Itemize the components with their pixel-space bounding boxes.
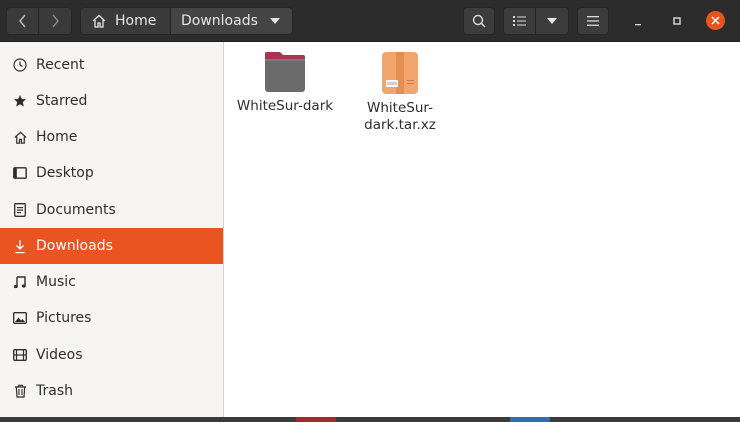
clock-icon: [12, 57, 28, 73]
breadcrumb: Home Downloads: [80, 7, 293, 35]
breadcrumb-current-label: Downloads: [181, 13, 258, 29]
sidebar-item-videos[interactable]: Videos: [0, 337, 223, 373]
list-view-icon: [512, 16, 526, 26]
breadcrumb-home-label: Home: [115, 13, 157, 29]
film-icon: [12, 347, 28, 363]
sidebar-item-label: Music: [36, 274, 76, 290]
breadcrumb-downloads[interactable]: Downloads: [171, 7, 293, 35]
sidebar-item-label: Trash: [36, 383, 73, 399]
breadcrumb-home[interactable]: Home: [80, 7, 171, 35]
sidebar-item-trash[interactable]: Trash: [0, 373, 223, 409]
hamburger-icon: [587, 16, 599, 26]
back-button[interactable]: [6, 7, 39, 35]
sidebar-item-label: Videos: [36, 347, 83, 363]
sidebar-item-downloads[interactable]: Downloads: [0, 228, 223, 264]
file-item-whitesur-dark[interactable]: WhiteSur-dark: [230, 50, 340, 115]
sidebar-item-label: Desktop: [36, 165, 94, 181]
file-name: WhiteSur-dark.tar.xz: [364, 100, 436, 133]
sidebar-item-label: Pictures: [36, 310, 92, 326]
header-bar: Home Downloads: [0, 0, 740, 42]
home-icon: [92, 14, 106, 28]
close-icon: [711, 16, 720, 25]
sidebar-item-recent[interactable]: Recent: [0, 47, 223, 83]
menu-button[interactable]: [577, 7, 609, 35]
search-button[interactable]: [463, 7, 495, 35]
strip-segment: [296, 417, 336, 422]
chevron-right-icon: [52, 14, 59, 28]
close-button[interactable]: [706, 11, 725, 30]
trash-icon: [12, 383, 28, 399]
file-view: WhiteSur-dark WhiteSur-dark.tar.xz: [224, 42, 740, 417]
download-icon: [12, 238, 28, 254]
home-icon: [12, 129, 28, 145]
sidebar-item-documents[interactable]: Documents: [0, 192, 223, 228]
search-icon: [472, 14, 486, 28]
sidebar-item-home[interactable]: Home: [0, 119, 223, 155]
picture-icon: [12, 310, 28, 326]
caret-down-icon: [269, 18, 280, 24]
sidebar-item-label: Starred: [36, 93, 88, 109]
sidebar-item-starred[interactable]: Starred: [0, 83, 223, 119]
music-note-icon: [12, 274, 28, 290]
nav-buttons: [6, 7, 72, 35]
sidebar-item-pictures[interactable]: Pictures: [0, 300, 223, 336]
file-item-whitesur-dark-tar-xz[interactable]: WhiteSur-dark.tar.xz: [345, 50, 455, 134]
caret-down-icon: [547, 18, 557, 24]
sidebar-item-music[interactable]: Music: [0, 264, 223, 300]
star-icon: [12, 93, 28, 109]
sidebar-item-label: Documents: [36, 202, 116, 218]
bottom-strip: [0, 417, 740, 422]
chevron-left-icon: [18, 14, 26, 28]
sidebar-item-label: Recent: [36, 57, 85, 73]
view-options-button[interactable]: [535, 7, 569, 35]
folder-icon: [265, 52, 305, 92]
sidebar-item-label: Home: [36, 129, 78, 145]
minimize-button[interactable]: [629, 12, 647, 30]
archive-icon: [382, 52, 418, 94]
strip-segment: [510, 417, 550, 422]
document-icon: [12, 202, 28, 218]
forward-button[interactable]: [39, 7, 72, 35]
sidebar-item-desktop[interactable]: Desktop: [0, 155, 223, 191]
sidebar: Recent Starred Home Desktop Documents Do…: [0, 42, 224, 417]
maximize-button[interactable]: [668, 12, 686, 30]
maximize-icon: [673, 17, 681, 25]
sidebar-item-label: Downloads: [36, 238, 113, 254]
file-name: WhiteSur-dark: [236, 98, 334, 114]
file-manager-window: Home Downloads Recent Starred Home Deskt…: [0, 0, 740, 422]
desktop-icon: [12, 165, 28, 181]
view-list-button[interactable]: [503, 7, 536, 35]
minimize-icon: [635, 24, 641, 26]
